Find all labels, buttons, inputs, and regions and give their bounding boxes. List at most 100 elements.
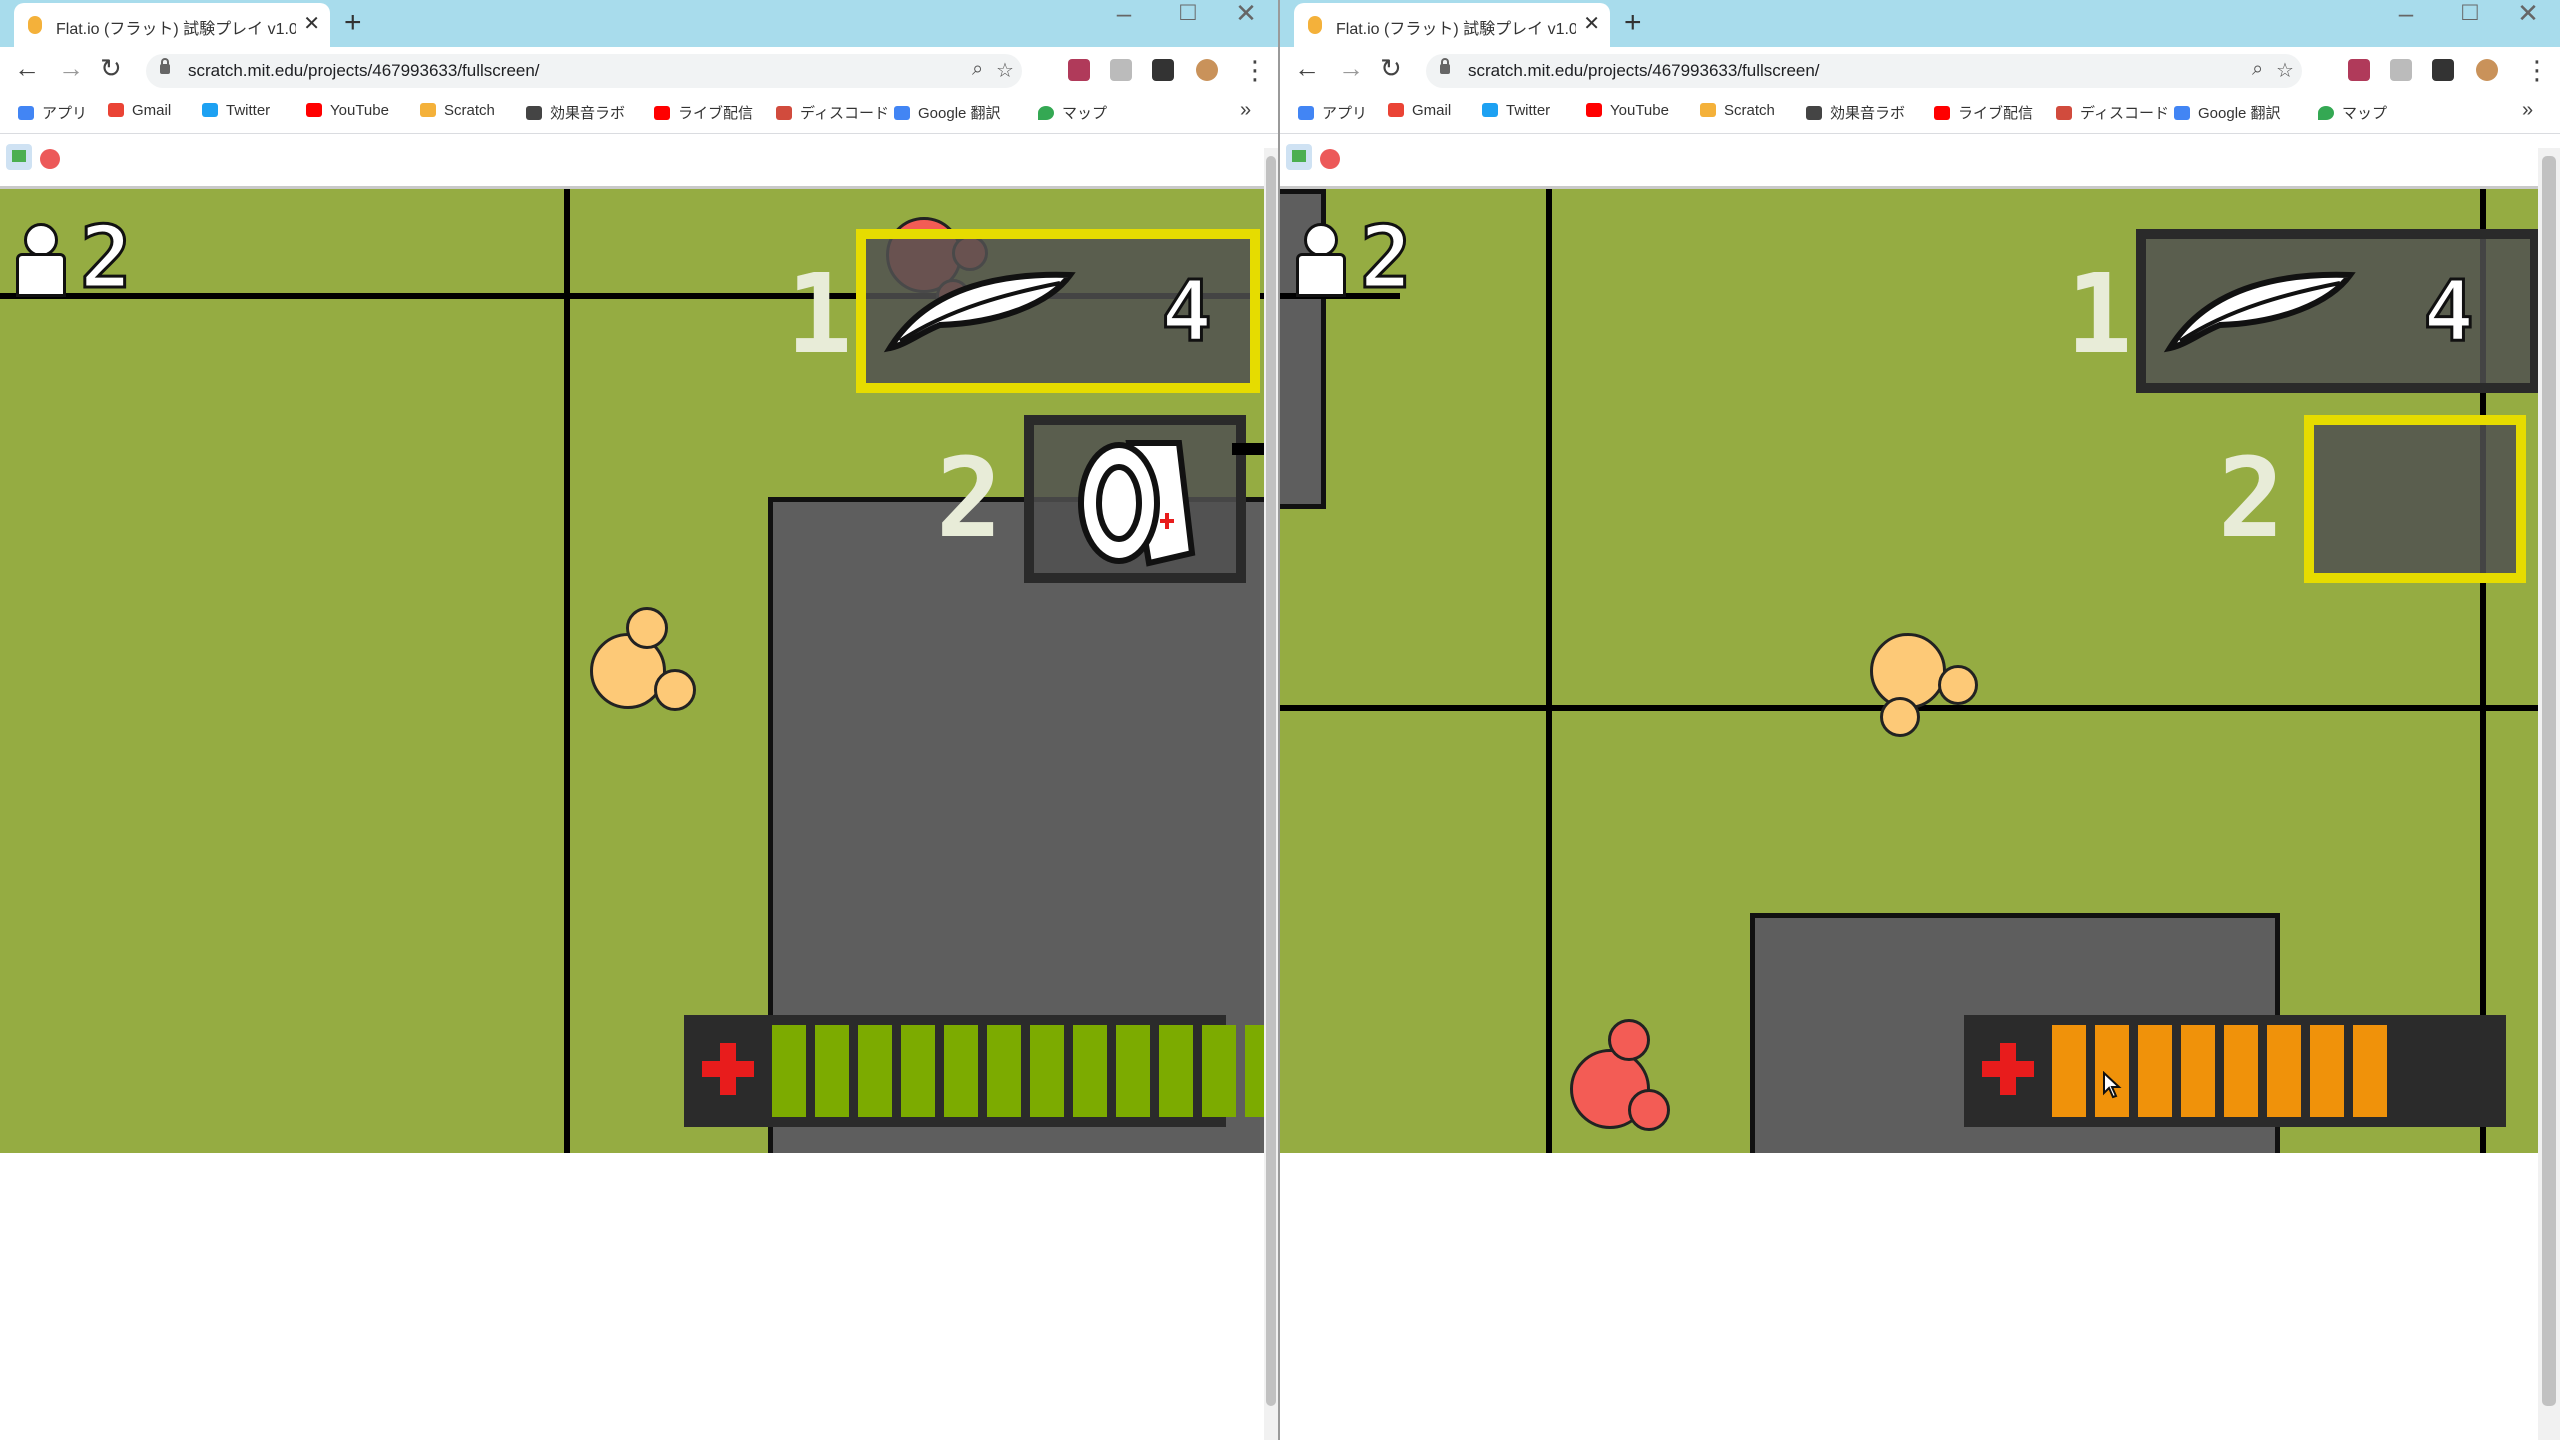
green-flag-button[interactable]	[1286, 144, 1312, 170]
bookmark-maps[interactable]: マップ	[1038, 102, 1107, 123]
minimize-button[interactable]: –	[1104, 0, 1144, 29]
player-count: 2	[79, 208, 134, 308]
bookmark-apps[interactable]: アプリ	[1298, 102, 1367, 123]
new-tab-button[interactable]: +	[1624, 6, 1642, 40]
zoom-icon[interactable]: ⌕	[2252, 58, 2263, 81]
slot-2-number: 2	[936, 434, 1003, 562]
health-segment	[1202, 1025, 1236, 1117]
close-tab-icon[interactable]: ✕	[303, 11, 320, 36]
slot-1-quantity: 4	[2422, 262, 2476, 360]
bookmark-gmail[interactable]: Gmail	[108, 102, 171, 119]
bookmark-live[interactable]: ライブ配信	[654, 102, 753, 123]
twitter-icon	[1482, 103, 1498, 117]
bookmark-twitter[interactable]: Twitter	[1482, 102, 1550, 119]
browser-tab[interactable]: Flat.io (フラット) 試験プレイ v1.0 on Scratch ✕	[14, 3, 330, 47]
health-segment	[2353, 1025, 2387, 1117]
more-bookmarks-icon[interactable]: »	[2522, 99, 2533, 122]
bookmark-scratch[interactable]: Scratch	[420, 102, 495, 119]
health-bar	[1964, 1015, 2506, 1127]
address-bar[interactable]: scratch.mit.edu/projects/467993633/fulls…	[1426, 54, 2302, 88]
extension-icon[interactable]	[1068, 59, 1090, 81]
extension-icon[interactable]	[2348, 59, 2370, 81]
apps-grid-icon	[1298, 106, 1314, 120]
browser-toolbar: ← → ↻ scratch.mit.edu/projects/467993633…	[1280, 47, 2560, 93]
inventory-slot-1[interactable]: 4	[2136, 229, 2538, 393]
bookmark-apps[interactable]: アプリ	[18, 102, 87, 123]
bookmark-scratch[interactable]: Scratch	[1700, 102, 1775, 119]
inventory-slot-2[interactable]	[1024, 415, 1246, 583]
browser-menu-icon[interactable]: ⋮	[1242, 55, 1268, 86]
browser-menu-icon[interactable]: ⋮	[2524, 55, 2550, 86]
game-stage[interactable]: 2 1 4 2	[1280, 186, 2538, 1153]
cast-icon[interactable]	[1110, 59, 1132, 81]
game-stage[interactable]: 2 1 4 2	[0, 186, 1278, 1153]
scrollbar-thumb[interactable]	[1266, 156, 1276, 1406]
close-window-button[interactable]: ✕	[1226, 0, 1266, 29]
title-bar: Flat.io (フラット) 試験プレイ v1.0 on Scratch ✕ +…	[0, 0, 1278, 47]
reload-button[interactable]: ↻	[100, 53, 122, 84]
bookmark-gmail[interactable]: Gmail	[1388, 102, 1451, 119]
discord-icon	[776, 106, 792, 120]
browser-window-left: Flat.io (フラット) 試験プレイ v1.0 on Scratch ✕ +…	[0, 0, 1278, 1440]
back-button[interactable]: ←	[1294, 53, 1320, 84]
bookmark-youtube[interactable]: YouTube	[306, 102, 389, 119]
health-segment	[858, 1025, 892, 1117]
bookmark-sound-lab[interactable]: 効果音ラボ	[1806, 102, 1905, 123]
url-text: scratch.mit.edu/projects/467993633/fulls…	[188, 61, 540, 80]
reload-button[interactable]: ↻	[1380, 53, 1402, 84]
bookmarks-bar: アプリ Gmail Twitter YouTube Scratch 効果音ラボ …	[0, 93, 1278, 134]
address-bar[interactable]: scratch.mit.edu/projects/467993633/fulls…	[146, 54, 1022, 88]
new-tab-button[interactable]: +	[344, 6, 362, 40]
bookmark-maps[interactable]: マップ	[2318, 102, 2387, 123]
scratch-controls	[1280, 134, 2560, 184]
forward-button[interactable]: →	[1338, 53, 1364, 84]
health-segment	[2267, 1025, 2301, 1117]
back-button[interactable]: ←	[14, 53, 40, 84]
bookmark-star-icon[interactable]: ☆	[996, 58, 1014, 83]
close-window-button[interactable]: ✕	[2508, 0, 2548, 29]
cast-icon[interactable]	[2390, 59, 2412, 81]
extensions-puzzle-icon[interactable]	[2432, 59, 2454, 81]
health-segment	[901, 1025, 935, 1117]
player-count-icon	[1296, 223, 1346, 297]
green-flag-button[interactable]	[6, 144, 32, 170]
bookmark-twitter[interactable]: Twitter	[202, 102, 270, 119]
inventory-slot-1[interactable]: 4	[856, 229, 1260, 393]
stop-button[interactable]	[40, 149, 60, 169]
close-tab-icon[interactable]: ✕	[1583, 11, 1600, 36]
health-segment	[2052, 1025, 2086, 1117]
scratch-controls	[0, 134, 1278, 184]
forward-button[interactable]: →	[58, 53, 84, 84]
scrollbar-thumb[interactable]	[2542, 156, 2556, 1406]
discord-icon	[2056, 106, 2072, 120]
scrollbar[interactable]	[1264, 148, 1278, 1440]
bookmark-discord[interactable]: ディスコード	[2056, 102, 2169, 123]
profile-avatar[interactable]	[2476, 59, 2498, 81]
more-bookmarks-icon[interactable]: »	[1240, 99, 1251, 122]
bookmark-youtube[interactable]: YouTube	[1586, 102, 1669, 119]
gmail-icon	[108, 103, 124, 117]
health-segment	[2310, 1025, 2344, 1117]
health-segment	[1116, 1025, 1150, 1117]
twitter-icon	[202, 103, 218, 117]
bookmark-translate[interactable]: Google 翻訳	[2174, 102, 2281, 123]
tab-title: Flat.io (フラット) 試験プレイ v1.0 on Scratch	[1336, 21, 1576, 38]
bookmark-sound-lab[interactable]: 効果音ラボ	[526, 102, 625, 123]
inventory-slot-2[interactable]	[2304, 415, 2526, 583]
health-segment	[1030, 1025, 1064, 1117]
bookmark-discord[interactable]: ディスコード	[776, 102, 889, 123]
browser-tab[interactable]: Flat.io (フラット) 試験プレイ v1.0 on Scratch ✕	[1294, 3, 1610, 47]
stop-button[interactable]	[1320, 149, 1340, 169]
profile-avatar[interactable]	[1196, 59, 1218, 81]
bookmark-translate[interactable]: Google 翻訳	[894, 102, 1001, 123]
scrollbar[interactable]	[2538, 148, 2560, 1440]
zoom-icon[interactable]: ⌕	[972, 58, 983, 81]
bookmark-star-icon[interactable]: ☆	[2276, 58, 2294, 83]
wall	[1546, 189, 1552, 1153]
bookmark-live[interactable]: ライブ配信	[1934, 102, 2033, 123]
scratch-icon	[420, 103, 436, 117]
minimize-button[interactable]: –	[2386, 0, 2426, 29]
maximize-button[interactable]: □	[1168, 0, 1208, 27]
maximize-button[interactable]: □	[2450, 0, 2490, 27]
extensions-puzzle-icon[interactable]	[1152, 59, 1174, 81]
